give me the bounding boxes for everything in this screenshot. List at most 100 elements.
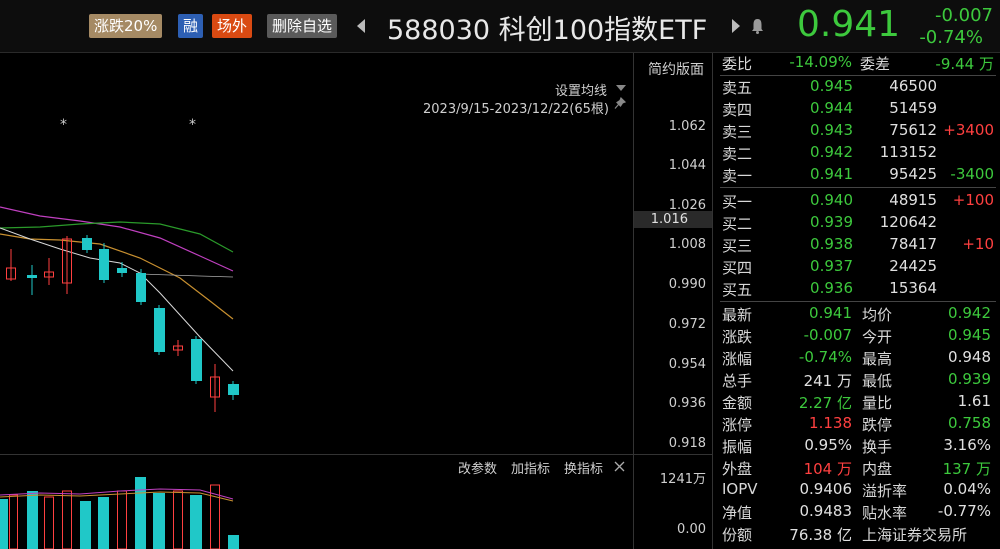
stat-value: 137 万	[942, 460, 991, 478]
candle	[62, 236, 72, 294]
stat-label: 上海证券交易所	[862, 526, 968, 544]
volume-bar	[62, 490, 72, 549]
stat-value: 241 万	[803, 372, 852, 390]
candle	[228, 381, 239, 400]
candle	[44, 258, 54, 285]
candle	[191, 336, 202, 384]
stat-value: -0.77%	[937, 502, 991, 520]
candle	[210, 364, 220, 412]
y-tick: 0.990	[668, 277, 706, 292]
prev-arrow-icon[interactable]	[357, 19, 365, 33]
candlestick-chart[interactable]	[0, 53, 633, 454]
limit-tag[interactable]: 涨跌20%	[89, 14, 163, 38]
header-bar: 涨跌20% 融 场外 删除自选 588030 科创100指数ETF 0.941 …	[0, 0, 1000, 53]
stat-value: 0.9406	[799, 480, 853, 498]
stat-label: IOPV	[722, 480, 758, 498]
stat-label: 均价	[862, 306, 893, 324]
stat-label: 份额	[722, 526, 753, 544]
stat-label: 跌停	[862, 416, 893, 434]
stat-value: 0.942	[948, 304, 991, 322]
stat-value: 1.61	[957, 392, 991, 410]
stat-value: 0.9483	[799, 502, 853, 520]
volume-bar	[190, 495, 202, 549]
candle	[27, 265, 37, 295]
y-tick: 1.044	[668, 158, 706, 173]
stat-value: 0.04%	[943, 480, 991, 498]
stat-value: 3.16%	[943, 436, 991, 454]
y-tick: 1.062	[668, 119, 706, 134]
candle	[117, 262, 127, 277]
remove-watchlist-button[interactable]: 删除自选	[267, 14, 338, 38]
last-price: 0.941	[797, 4, 901, 45]
volume-bar	[0, 499, 8, 549]
stat-value: 76.38 亿	[789, 526, 852, 544]
price-change-pct: -0.74%	[919, 27, 983, 48]
stat-value: 0.948	[948, 348, 991, 366]
bell-icon[interactable]	[751, 18, 764, 34]
candle	[6, 249, 16, 281]
price-change: -0.007	[934, 5, 993, 26]
volume-bar	[27, 491, 38, 549]
volume-bar	[98, 497, 109, 549]
panel-divider	[712, 53, 713, 549]
wei-bi-label: 委比	[722, 55, 753, 73]
stat-label: 涨跌	[722, 328, 753, 346]
stat-label: 最新	[722, 306, 753, 324]
stat-label: 涨停	[722, 416, 753, 434]
volume-bar	[135, 477, 146, 549]
stat-label: 量比	[862, 394, 893, 412]
stat-label: 净值	[722, 504, 753, 522]
stat-label: 最高	[862, 350, 893, 368]
stat-label: 内盘	[862, 460, 893, 478]
divider	[720, 187, 996, 188]
wei-cha-label: 委差	[860, 55, 891, 73]
candle	[99, 243, 109, 283]
stat-value: 0.941	[809, 304, 852, 322]
volume-bar	[153, 493, 165, 549]
volume-chart[interactable]	[0, 455, 633, 549]
stat-label: 今开	[862, 328, 893, 346]
volume-min-label: 0.00	[677, 522, 706, 537]
stat-label: 贴水率	[862, 504, 908, 522]
stat-label: 金额	[722, 394, 753, 412]
stat-label: 涨幅	[722, 350, 753, 368]
stat-value: 0.939	[948, 370, 991, 388]
volume-bar	[9, 494, 18, 549]
stat-value: 0.945	[948, 326, 991, 344]
next-arrow-icon[interactable]	[732, 19, 740, 33]
stat-value: 104 万	[803, 460, 852, 478]
stat-label: 振幅	[722, 438, 753, 456]
candle	[136, 269, 146, 305]
stat-value: 0.758	[948, 414, 991, 432]
volume-bar	[117, 490, 127, 549]
candle	[173, 340, 183, 356]
stat-value: 1.138	[809, 414, 852, 432]
chart-axis-divider	[633, 53, 634, 549]
crosshair-value: 1.016	[650, 212, 688, 227]
y-tick: 0.918	[668, 436, 706, 451]
volume-bar	[173, 490, 183, 549]
y-tick: 0.954	[668, 357, 706, 372]
simple-layout-button[interactable]: 简约版面	[648, 59, 704, 79]
stat-label: 溢折率	[862, 482, 908, 500]
divider	[720, 75, 996, 76]
y-tick: 0.936	[668, 396, 706, 411]
stat-label: 换手	[862, 438, 893, 456]
ma-line-gray	[139, 273, 234, 278]
divider	[720, 301, 996, 302]
wei-bi-value: -14.09%	[789, 53, 852, 71]
volume-max-label: 1241万	[659, 472, 706, 487]
volume-bar	[228, 535, 239, 549]
candle	[82, 235, 92, 253]
stat-label: 外盘	[722, 460, 753, 478]
margin-tag[interactable]: 融	[178, 14, 204, 38]
stat-label: 最低	[862, 372, 893, 390]
stat-value: -0.74%	[798, 348, 852, 366]
stat-value: -0.007	[803, 326, 852, 344]
security-title: 588030 科创100指数ETF	[387, 15, 708, 46]
offsite-tag[interactable]: 场外	[212, 14, 253, 38]
y-tick: 0.972	[668, 317, 706, 332]
stat-value: 0.95%	[804, 436, 852, 454]
candle	[154, 305, 165, 355]
volume-bar	[44, 496, 54, 549]
